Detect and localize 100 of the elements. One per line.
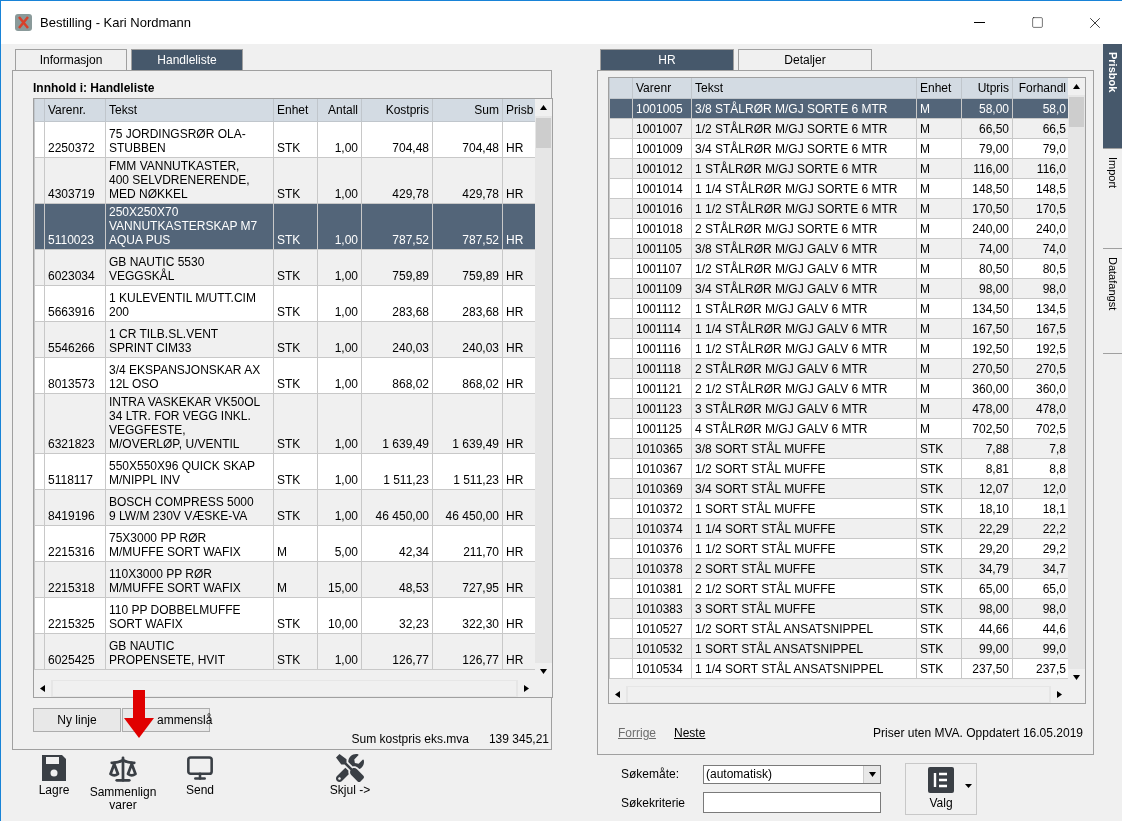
row-header[interactable] [34, 453, 45, 490]
row-header[interactable] [609, 138, 633, 159]
toolbar-button[interactable]: Skjul -> [230, 754, 470, 812]
column-header[interactable]: Varenr [632, 78, 692, 99]
table-cell: 1,00 [317, 121, 362, 158]
scroll-thumb[interactable] [1069, 97, 1084, 127]
row-header[interactable] [34, 489, 45, 526]
vertical-scrollbar[interactable] [535, 99, 552, 680]
tab[interactable]: Handleliste [131, 49, 243, 70]
tab[interactable]: Detaljer [738, 49, 872, 70]
row-header[interactable] [609, 278, 633, 299]
row-header[interactable] [609, 418, 633, 439]
row-header[interactable] [34, 249, 45, 286]
row-header[interactable] [609, 518, 633, 539]
row-header[interactable] [609, 178, 633, 199]
row-header[interactable] [34, 321, 45, 358]
table-cell: 126,77 [432, 633, 503, 670]
row-header[interactable] [609, 478, 633, 499]
row-header[interactable] [609, 158, 633, 179]
toolbar-button[interactable]: Sammenlign varer [76, 754, 170, 812]
row-header[interactable] [34, 525, 45, 562]
row-header[interactable] [34, 157, 45, 204]
row-header[interactable] [609, 358, 633, 379]
table-cell: STK [273, 489, 318, 526]
sum-label: Sum kostpris eks.mva [351, 732, 469, 746]
row-header[interactable] [609, 298, 633, 319]
row-header[interactable] [609, 558, 633, 579]
table-cell: 110 PP DOBBELMUFFE SORT WAFIX [105, 597, 274, 634]
scroll-up-button[interactable] [1068, 78, 1085, 95]
tools-icon [336, 754, 364, 782]
row-header[interactable] [609, 378, 633, 399]
nav-link[interactable]: Neste [674, 726, 706, 740]
row-header[interactable] [34, 393, 45, 454]
row-header[interactable] [609, 578, 633, 599]
options-button[interactable]: Valg [905, 763, 977, 815]
table-cell: STK [273, 249, 318, 286]
side-tab[interactable]: Prisbok [1103, 44, 1122, 149]
row-header[interactable] [609, 118, 633, 139]
vertical-scrollbar[interactable] [1068, 78, 1085, 686]
row-header[interactable] [34, 203, 45, 250]
column-header[interactable]: Forhandl [1012, 78, 1068, 99]
row-header[interactable] [609, 218, 633, 239]
column-header[interactable]: Tekst [105, 99, 274, 122]
table-cell: 1 KULEVENTIL M/UTT.CIM 200 [105, 285, 274, 322]
column-header[interactable]: Tekst [691, 78, 917, 99]
row-header[interactable] [609, 458, 633, 479]
table-cell: 6025425 [44, 633, 106, 670]
search-field[interactable] [703, 792, 881, 814]
row-header[interactable] [609, 498, 633, 519]
column-header[interactable]: Kostpris [361, 99, 433, 122]
table-cell: 727,95 [432, 561, 503, 598]
column-header[interactable]: Enhet [916, 78, 962, 99]
row-header[interactable] [609, 98, 633, 119]
scroll-left-button[interactable] [609, 686, 626, 703]
row-header[interactable] [34, 285, 45, 322]
action-button[interactable]: Ny linje [33, 708, 121, 732]
row-header[interactable] [34, 121, 45, 158]
table-cell: HR [502, 157, 535, 204]
row-header[interactable] [609, 338, 633, 359]
table-cell: 1,00 [317, 357, 362, 394]
column-header[interactable]: Varenr. [44, 99, 106, 122]
row-header[interactable] [609, 398, 633, 419]
row-header[interactable] [609, 258, 633, 279]
search-mode-dropdown[interactable]: (automatisk) [703, 764, 881, 784]
column-header[interactable]: Utpris [961, 78, 1013, 99]
row-header[interactable] [34, 357, 45, 394]
scroll-left-button[interactable] [34, 680, 51, 697]
table-cell: STK [273, 321, 318, 358]
row-header[interactable] [34, 633, 45, 670]
row-header[interactable] [609, 618, 633, 639]
column-header[interactable]: Enhet [273, 99, 318, 122]
row-header[interactable] [609, 438, 633, 459]
row-header[interactable] [609, 238, 633, 259]
table-cell: 1,00 [317, 633, 362, 670]
scroll-up-button[interactable] [535, 99, 552, 116]
row-header[interactable] [609, 658, 633, 679]
column-header[interactable]: Prisb [502, 99, 535, 122]
table-cell: 4303719 [44, 157, 106, 204]
tab[interactable]: Informasjon [15, 49, 127, 70]
row-header[interactable] [609, 598, 633, 619]
toolbar-button[interactable]: Send [170, 754, 230, 812]
table-cell: 8013573 [44, 357, 106, 394]
dropdown-button[interactable] [863, 765, 880, 783]
tab[interactable]: HR [600, 49, 734, 70]
column-header[interactable]: Antall [317, 99, 362, 122]
column-header[interactable]: Sum [432, 99, 503, 122]
horizontal-scrollbar[interactable] [609, 686, 1068, 703]
row-header[interactable] [609, 318, 633, 339]
row-header[interactable] [34, 597, 45, 634]
scroll-thumb[interactable] [53, 681, 516, 696]
horizontal-scrollbar[interactable] [34, 680, 535, 697]
row-header[interactable] [34, 561, 45, 598]
toolbar-button[interactable]: Lagre [32, 754, 76, 812]
row-header[interactable] [609, 198, 633, 219]
scroll-thumb[interactable] [536, 118, 551, 148]
row-header[interactable] [609, 638, 633, 659]
window-title: Bestilling - Kari Nordmann [40, 15, 192, 30]
scroll-down-button[interactable] [1068, 669, 1085, 686]
row-header[interactable] [609, 538, 633, 559]
scroll-thumb[interactable] [628, 687, 1049, 702]
